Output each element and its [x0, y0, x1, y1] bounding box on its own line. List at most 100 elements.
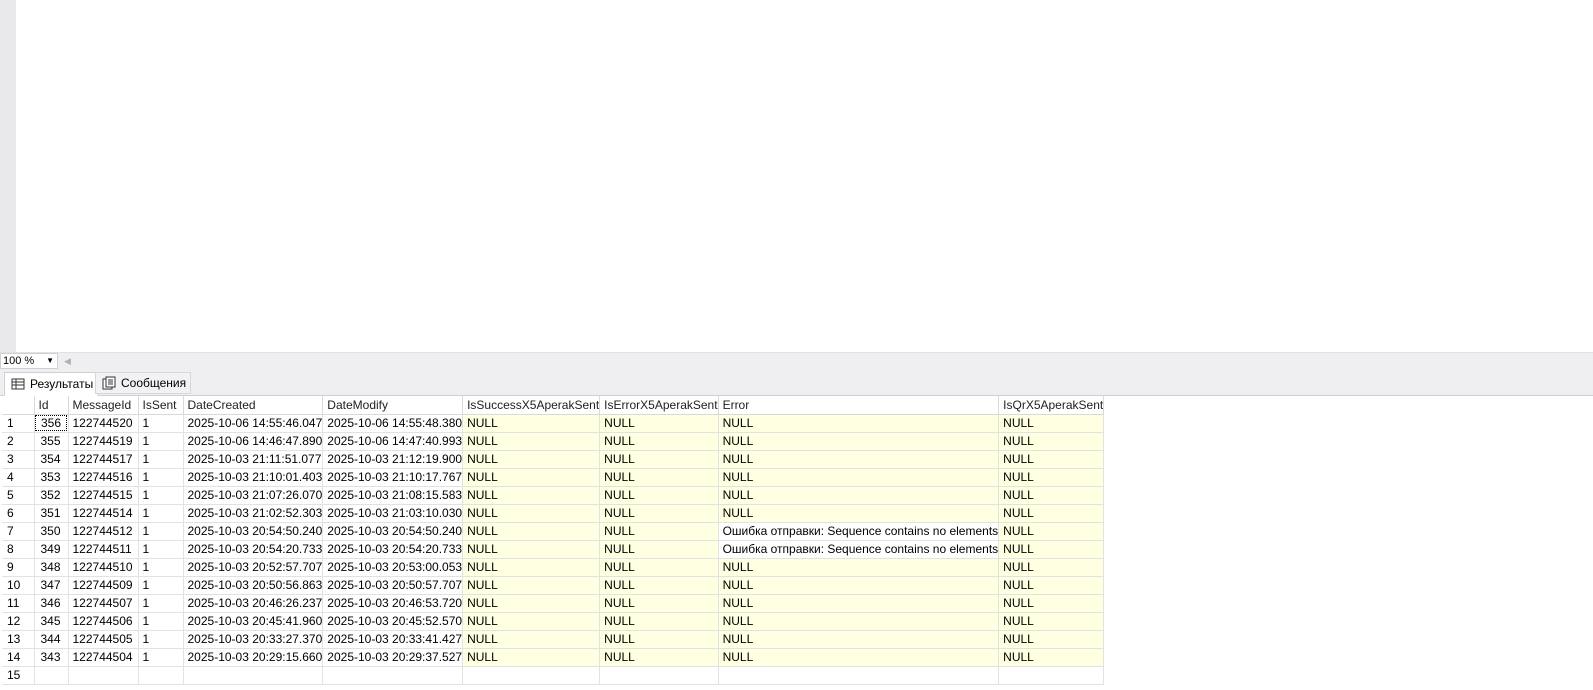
table-cell[interactable]: NULL	[998, 558, 1105, 577]
table-cell[interactable]: 2025-10-03 20:33:41.427	[322, 630, 464, 649]
table-cell[interactable]: NULL	[718, 576, 1000, 595]
column-header[interactable]: Error	[718, 396, 1000, 415]
table-cell[interactable]: NULL	[462, 576, 601, 595]
table-cell[interactable]: NULL	[718, 648, 1000, 667]
row-number[interactable]: 7	[2, 522, 35, 541]
table-cell[interactable]: NULL	[462, 414, 601, 433]
table-cell[interactable]: 344	[34, 630, 69, 649]
table-cell[interactable]: 343	[34, 648, 69, 667]
table-cell[interactable]: 2025-10-03 20:53:00.053	[322, 558, 464, 577]
column-header[interactable]: IsSuccessX5AperakSent	[462, 396, 601, 415]
table-cell[interactable]: 2025-10-03 21:11:51.077	[183, 450, 324, 469]
table-row[interactable]: 6 351 122744514 1 2025-10-03 21:02:52.303 202…	[2, 504, 1105, 523]
table-cell[interactable]	[599, 666, 719, 685]
table-cell[interactable]	[462, 666, 601, 685]
row-number[interactable]: 5	[2, 486, 35, 505]
table-cell[interactable]: 2025-10-03 21:07:26.070	[183, 486, 324, 505]
table-row[interactable]: 15	[2, 666, 1105, 685]
table-cell[interactable]: 2025-10-03 20:29:37.527	[322, 648, 464, 667]
column-header[interactable]: IsErrorX5AperakSent	[599, 396, 719, 415]
table-cell[interactable]: 2025-10-03 21:10:01.403	[183, 468, 324, 487]
table-cell[interactable]: NULL	[718, 486, 1000, 505]
table-cell[interactable]: NULL	[599, 558, 719, 577]
row-number[interactable]: 3	[2, 450, 35, 469]
column-header[interactable]: MessageId	[68, 396, 139, 415]
table-cell[interactable]: 2025-10-03 21:12:19.900	[322, 450, 464, 469]
table-cell[interactable]: 348	[34, 558, 69, 577]
column-header[interactable]: IsSent	[138, 396, 184, 415]
column-header[interactable]: DateModify	[322, 396, 464, 415]
table-cell[interactable]: 1	[138, 576, 184, 595]
table-cell[interactable]: NULL	[998, 594, 1105, 613]
table-row[interactable]: 9 348 122744510 1 2025-10-03 20:52:57.707 202…	[2, 558, 1105, 577]
table-cell[interactable]: 352	[34, 486, 69, 505]
table-cell[interactable]: NULL	[462, 432, 601, 451]
table-cell[interactable]	[998, 666, 1105, 685]
table-cell[interactable]: NULL	[462, 468, 601, 487]
table-cell[interactable]: 350	[34, 522, 69, 541]
table-cell[interactable]: NULL	[599, 630, 719, 649]
table-cell[interactable]: 355	[34, 432, 69, 451]
table-cell[interactable]: 122744519	[68, 432, 139, 451]
table-cell[interactable]: NULL	[462, 504, 601, 523]
table-cell[interactable]: 2025-10-03 20:54:50.240	[183, 522, 324, 541]
table-row[interactable]: 1 356 122744520 1 2025-10-06 14:55:46.047 202…	[2, 414, 1105, 433]
table-cell[interactable]: NULL	[599, 522, 719, 541]
table-cell[interactable]: NULL	[462, 486, 601, 505]
table-cell[interactable]: 122744512	[68, 522, 139, 541]
table-cell[interactable]: NULL	[998, 450, 1105, 469]
table-cell[interactable]	[718, 666, 1000, 685]
row-number[interactable]: 12	[2, 612, 35, 631]
table-cell[interactable]: 1	[138, 432, 184, 451]
table-cell[interactable]: NULL	[998, 576, 1105, 595]
table-cell[interactable]: NULL	[599, 612, 719, 631]
table-cell[interactable]: NULL	[718, 414, 1000, 433]
table-cell[interactable]: NULL	[998, 432, 1105, 451]
table-row[interactable]: 12 345 122744506 1 2025-10-03 20:45:41.960 20…	[2, 612, 1105, 631]
table-cell[interactable]: 122744506	[68, 612, 139, 631]
table-cell[interactable]: 2025-10-03 20:29:15.660	[183, 648, 324, 667]
table-row[interactable]: 14 343 122744504 1 2025-10-03 20:29:15.660 20…	[2, 648, 1105, 667]
table-cell[interactable]	[34, 666, 69, 685]
row-number[interactable]: 4	[2, 468, 35, 487]
table-cell[interactable]: 1	[138, 648, 184, 667]
table-cell[interactable]: 2025-10-03 20:50:57.707	[322, 576, 464, 595]
table-cell[interactable]: 1	[138, 504, 184, 523]
table-cell[interactable]: 122744520	[68, 414, 139, 433]
table-cell[interactable]: 122744514	[68, 504, 139, 523]
table-cell[interactable]: NULL	[718, 432, 1000, 451]
table-cell[interactable]: 122744510	[68, 558, 139, 577]
table-cell[interactable]: 2025-10-03 21:10:17.767	[322, 468, 464, 487]
table-cell[interactable]: 122744505	[68, 630, 139, 649]
table-cell[interactable]: 1	[138, 468, 184, 487]
tab-results[interactable]: Результаты	[4, 372, 99, 396]
row-number[interactable]: 11	[2, 594, 35, 613]
table-cell[interactable]: 349	[34, 540, 69, 559]
table-cell[interactable]: 354	[34, 450, 69, 469]
table-cell[interactable]: NULL	[599, 504, 719, 523]
table-cell[interactable]: 122744515	[68, 486, 139, 505]
corner-header[interactable]	[2, 396, 35, 415]
table-cell[interactable]: 1	[138, 540, 184, 559]
row-number[interactable]: 8	[2, 540, 35, 559]
table-cell[interactable]: 1	[138, 612, 184, 631]
table-cell[interactable]: NULL	[998, 612, 1105, 631]
table-cell[interactable]: NULL	[599, 468, 719, 487]
row-number[interactable]: 14	[2, 648, 35, 667]
query-editor[interactable]	[0, 0, 1593, 352]
table-cell[interactable]: NULL	[462, 594, 601, 613]
table-cell[interactable]: 351	[34, 504, 69, 523]
table-cell[interactable]: 1	[138, 450, 184, 469]
table-cell[interactable]	[138, 666, 184, 685]
table-cell[interactable]: NULL	[718, 504, 1000, 523]
table-cell[interactable]: NULL	[462, 648, 601, 667]
table-cell[interactable]: NULL	[462, 558, 601, 577]
table-cell[interactable]: 346	[34, 594, 69, 613]
tab-messages[interactable]: Сообщения	[95, 372, 192, 394]
table-cell[interactable]: 353	[34, 468, 69, 487]
table-cell[interactable]: 2025-10-03 20:54:20.733	[322, 540, 464, 559]
table-cell[interactable]: 122744511	[68, 540, 139, 559]
table-cell[interactable]: 1	[138, 558, 184, 577]
table-cell[interactable]: NULL	[462, 612, 601, 631]
table-cell[interactable]: NULL	[998, 414, 1105, 433]
